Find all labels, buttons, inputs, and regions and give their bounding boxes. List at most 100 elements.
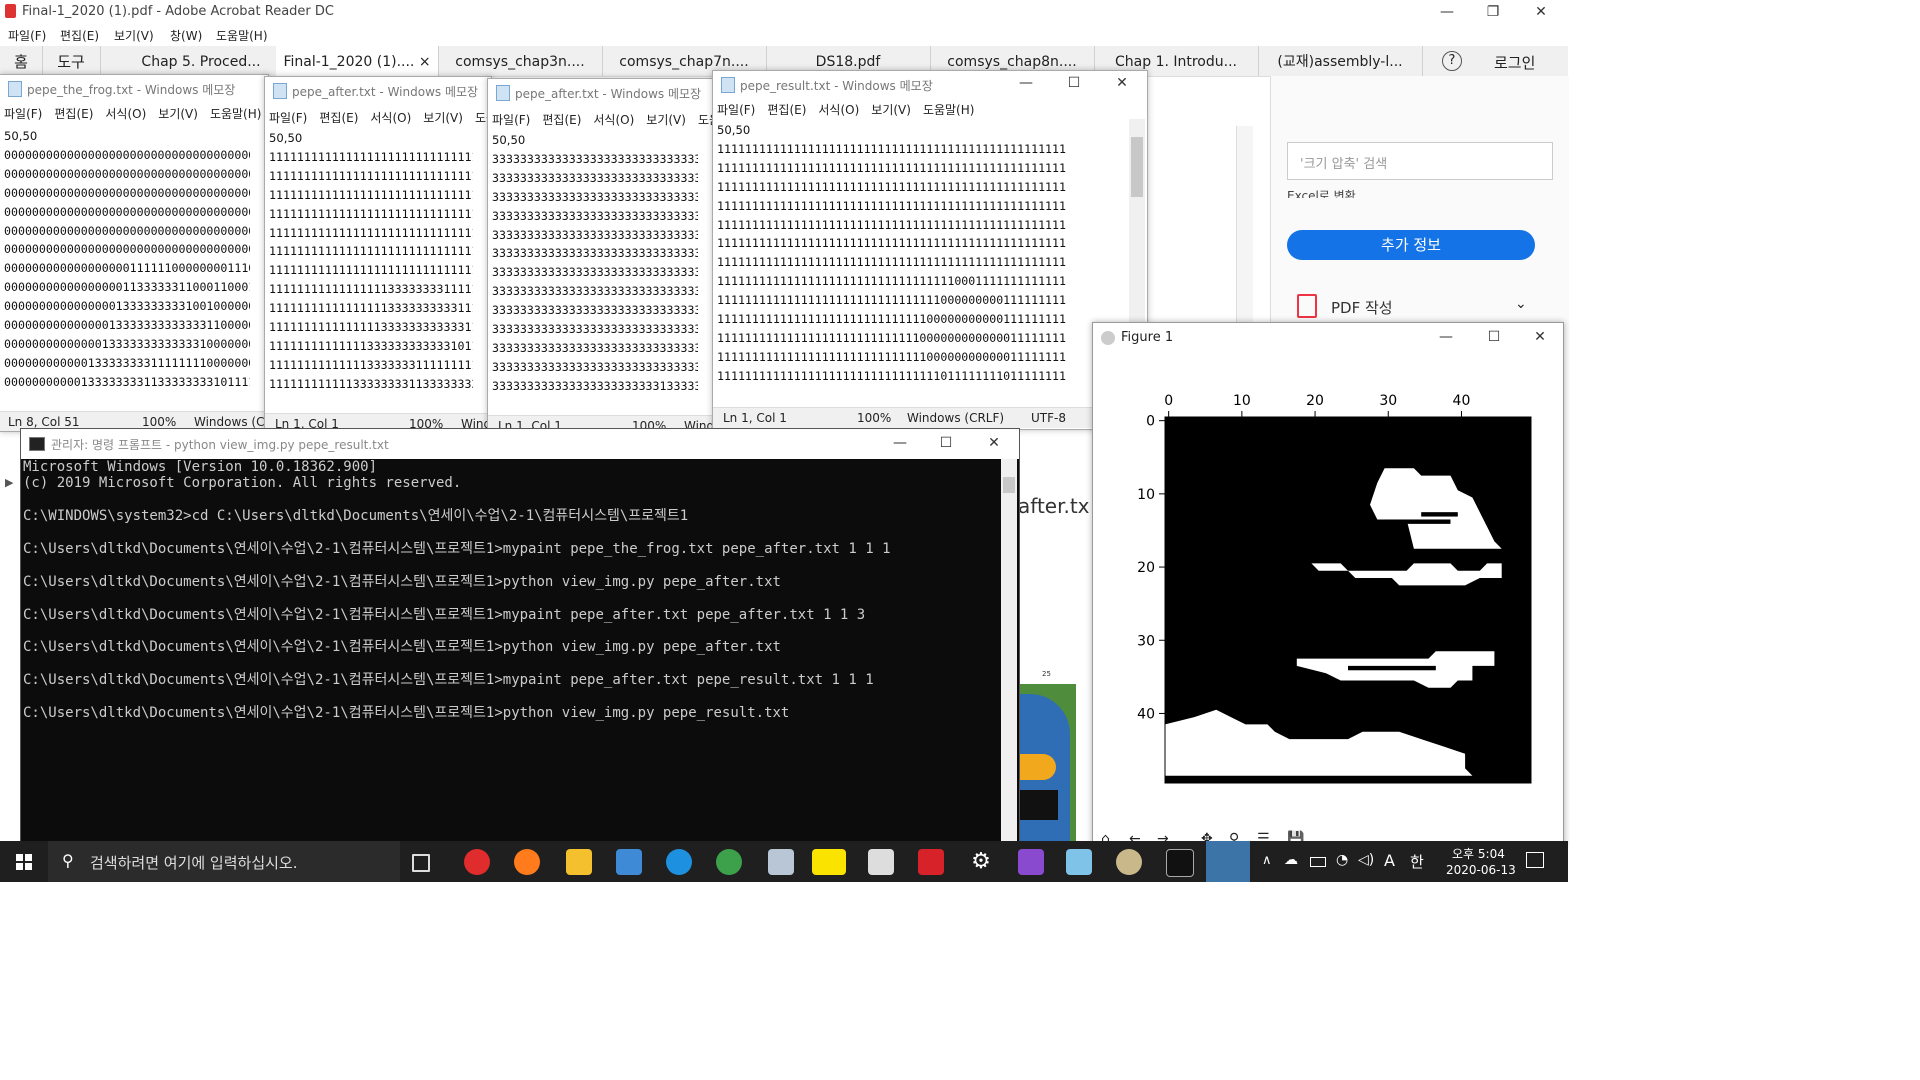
task-view-icon[interactable] (412, 854, 430, 872)
close-button[interactable]: ✕ (971, 433, 1017, 455)
network-app-icon[interactable] (768, 849, 794, 875)
kakaotalk-icon[interactable] (812, 849, 846, 875)
python-taskbar-icon[interactable] (1206, 841, 1250, 882)
pdf-create-item[interactable]: PDF 작성 (1331, 297, 1393, 318)
notepad-text-area[interactable]: 50,50 11111111111111111111111111111111111… (717, 121, 1129, 386)
notepad-text-line: 1111111111113333333311333333333111111 (269, 376, 473, 391)
tab-doc[interactable]: Chap 5. Proced... (126, 46, 277, 76)
search-input[interactable]: '크기 압축' 검색 (1287, 142, 1553, 180)
minimize-button[interactable]: — (1424, 2, 1470, 24)
more-info-button[interactable]: 추가 정보 (1287, 230, 1535, 260)
edge-ie-icon[interactable] (666, 849, 692, 875)
close-button[interactable]: ✕ (1099, 73, 1145, 95)
help-icon[interactable]: ? (1442, 51, 1462, 71)
menu-view[interactable]: 보기(V) (114, 27, 154, 44)
notepad-title-bar[interactable]: pepe_result.txt - Windows 메모장 — ☐ ✕ (713, 71, 1147, 97)
menu-window[interactable]: 창(W) (170, 27, 202, 44)
tab-doc-active[interactable]: Final-1_2020 (1).... × (276, 46, 439, 76)
notepad-text-line: 1111111111111111111111111111111111111 (269, 225, 473, 240)
tab-close-icon[interactable]: × (419, 54, 431, 70)
cmd-output[interactable]: Microsoft Windows [Version 10.0.18362.90… (23, 459, 1001, 845)
matplotlib-figure-window[interactable]: Figure 1 — ☐ ✕ 0 0 10 10 20 20 30 30 40 40 ⌂ ← → … (1092, 322, 1564, 848)
excel-convert-item[interactable]: Excel로 변환 (1287, 186, 1356, 198)
file-explorer-icon[interactable] (566, 849, 592, 875)
image-dark-detail (1384, 519, 1451, 524)
calculator-icon[interactable] (868, 849, 894, 875)
notepad-title-bar[interactable]: pepe_the_frog.txt - Windows 메모장 (0, 75, 268, 101)
notepad-header-line: 50,50 (269, 131, 303, 145)
settings-icon[interactable]: ⚙ (968, 849, 994, 875)
figure-title-bar[interactable]: Figure 1 — ☐ ✕ (1093, 323, 1563, 353)
y-tick-label: 30 (1137, 633, 1155, 649)
notepad-text-line: 3333333333333333333333331333333333111 (492, 378, 698, 393)
notepad-title-bar[interactable]: pepe_after.txt - Windows 메모장 (488, 79, 716, 105)
wifi-icon[interactable]: ◔ (1336, 852, 1348, 868)
acrobat-title: Final-1_2020 (1).pdf - Adobe Acrobat Rea… (22, 4, 334, 19)
app-icon[interactable] (616, 849, 642, 875)
tab-home[interactable]: 홈 (0, 46, 43, 76)
notepad-text-line: 0000000000013333333311333333331011111111… (4, 374, 250, 389)
notepad-text-area[interactable]: 50,50 33333333333333333333333333333 333333… (492, 131, 698, 396)
notepad-text-line: 1111111111111111111111111111111111111 (269, 206, 473, 221)
maximize-button[interactable]: ☐ (1051, 73, 1097, 95)
tab-doc[interactable]: comsys_chap3n.... (438, 46, 603, 76)
onedrive-icon[interactable]: ☁ (1284, 852, 1298, 868)
visual-studio-icon[interactable] (1018, 849, 1044, 875)
notepad-title-bar[interactable]: pepe_after.txt - Windows 메모장 (265, 77, 491, 103)
minimize-button[interactable]: — (1423, 327, 1469, 349)
battery-icon[interactable] (1310, 857, 1326, 867)
restore-button[interactable]: ❐ (1470, 2, 1516, 24)
notepad-text-line: 1111111111111111111111111111111111111111… (717, 255, 1067, 270)
clock-date[interactable]: 2020-06-13 (1446, 863, 1516, 877)
notepad-text-line: 3333333333333333333333333333333333330 (492, 359, 698, 374)
paint-icon[interactable] (1116, 849, 1142, 875)
maximize-button[interactable]: ☐ (923, 433, 969, 455)
vivaldi-icon[interactable] (464, 849, 490, 875)
right-pane-scrollbar[interactable] (1553, 196, 1567, 316)
notepad-window-after[interactable]: pepe_after.txt - Windows 메모장 파일(F) 편집(E) 서… (264, 76, 492, 434)
acrobat-icon[interactable] (918, 849, 944, 875)
notepad-text-line: 0000000000000000000000000000000000000000… (4, 204, 250, 219)
ime-mode-han[interactable]: 한 (1410, 851, 1424, 872)
clock-time[interactable]: 오후 5:04 (1452, 845, 1505, 862)
minimize-button[interactable]: — (877, 433, 923, 455)
tray-chevron-icon[interactable]: ∧ (1262, 853, 1272, 868)
volume-icon[interactable]: ◁) (1358, 852, 1374, 868)
menu-file[interactable]: 파일(F) (8, 27, 46, 44)
cmd-taskbar-icon[interactable] (1166, 849, 1194, 877)
notepad-icon (273, 83, 287, 99)
maximize-button[interactable]: ☐ (1471, 327, 1517, 349)
tab-doc[interactable]: (교재)assembly-l... (1258, 46, 1423, 76)
taskbar-search-box[interactable]: ⚲ 검색하려면 여기에 입력하십시오. (48, 841, 400, 882)
menu-help[interactable]: 도움말(H) (216, 27, 268, 44)
command-prompt-window[interactable]: 관리자: 명령 프롬프트 - python view_img.py pepe_r… (20, 428, 1020, 846)
notepad-window-frog[interactable]: pepe_the_frog.txt - Windows 메모장 파일(F) 편집(… (0, 74, 269, 432)
notepad-text-line: 3333333333333333333333333333333333333 (492, 227, 698, 242)
image-plot[interactable]: 00 10 10 20 20 30 30 40 40 (1093, 353, 1561, 847)
notepad-text-area[interactable]: 50,50 11111111111111111111111111111111111… (269, 129, 473, 394)
notepad-text-area[interactable]: 50,50 00000000000000000000000000000000000… (4, 127, 250, 392)
notepad-window-result[interactable]: pepe_result.txt - Windows 메모장 — ☐ ✕ 파일(F… (712, 70, 1148, 430)
login-link[interactable]: 로그인 (1494, 52, 1535, 73)
chevron-down-icon[interactable]: ⌄ (1515, 296, 1527, 312)
cmd-line: C:\Users\dltkd\Documents\연세이\수업\2-1\컴퓨터시… (23, 639, 781, 656)
ime-mode-a[interactable]: A (1384, 851, 1395, 870)
firefox-icon[interactable] (514, 849, 540, 875)
notepad-text-line: 1111111111111111133333333111111111111 (269, 282, 473, 297)
notepad-taskbar-icon[interactable] (1066, 849, 1092, 875)
sidebar-expand-icon[interactable]: ▶ (5, 476, 13, 489)
notepad-text-line: 1111111111111133333333333310111111111 (269, 338, 473, 353)
close-button[interactable]: ✕ (1518, 2, 1564, 24)
minimize-button[interactable]: — (1003, 73, 1049, 95)
close-button[interactable]: ✕ (1517, 327, 1563, 349)
tab-tools[interactable]: 도구 (42, 46, 101, 76)
cmd-line (23, 557, 1001, 573)
acrobat-doc-scrollbar[interactable] (1236, 126, 1253, 326)
vertical-scrollbar[interactable] (1001, 459, 1017, 845)
notification-icon[interactable] (1526, 852, 1544, 868)
windows-start-icon[interactable] (16, 854, 32, 870)
menu-edit[interactable]: 편집(E) (60, 27, 99, 44)
chrome-icon[interactable] (716, 849, 742, 875)
cmd-title-bar[interactable]: 관리자: 명령 프롬프트 - python view_img.py pepe_r… (21, 429, 1019, 459)
notepad-window-after-2[interactable]: pepe_after.txt - Windows 메모장 파일(F) 편집(E) 서… (487, 78, 717, 436)
